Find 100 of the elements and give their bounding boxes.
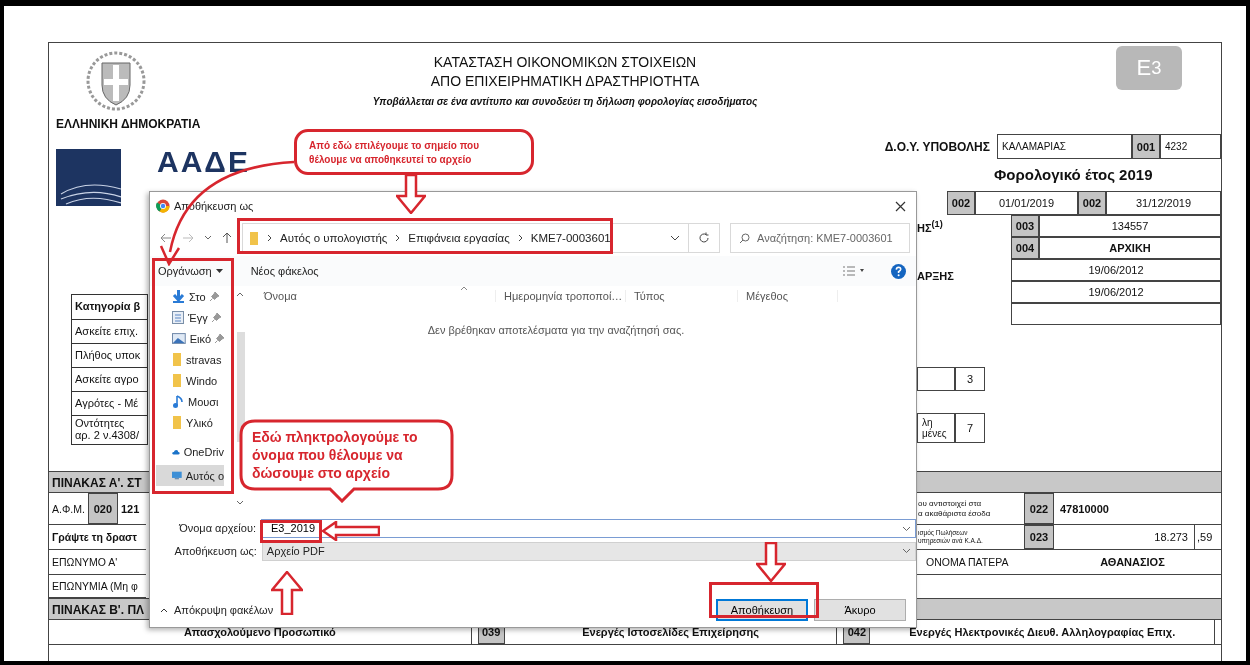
- navigation-item[interactable]: Αυτός ο: [156, 465, 224, 486]
- navigation-item[interactable]: Εικό: [156, 328, 224, 349]
- table-cell: Αγρότες - Μέ: [72, 392, 147, 416]
- back-arrow-icon[interactable]: [160, 233, 172, 243]
- column-header[interactable]: Όνομα: [256, 290, 496, 302]
- field-value: 18.273: [1153, 531, 1189, 543]
- download-arrow-icon: [172, 290, 185, 303]
- field-value: ΑΡΧΙΚΗ: [1039, 237, 1221, 259]
- field-value: 19/06/2012: [1011, 259, 1221, 281]
- row-label: ΟΝΟΜΑ ΠΑΤΕΡΑ: [925, 557, 1010, 567]
- computer-icon: [172, 470, 182, 481]
- empty-message: Δεν βρέθηκαν αποτελέσματα για την αναζήτησή σας.: [426, 324, 686, 336]
- hide-folders-toggle[interactable]: Απόκρυψη φακέλων: [174, 604, 274, 616]
- navigation-item[interactable]: Υλικό: [156, 412, 224, 433]
- breadcrumb-item[interactable]: Επιφάνεια εργασίας: [408, 232, 510, 244]
- scrollbar-thumb[interactable]: [237, 332, 245, 442]
- highlight-frame: [260, 520, 322, 543]
- tax-office-field: ΚΑΛΑΜΑΡΙΑΣ: [997, 134, 1132, 159]
- navigation-item[interactable]: OneDriv: [156, 441, 224, 462]
- form-subtitle: Υποβάλλεται σε ένα αντίτυπο και συνοδεύει τη δήλωση φορολογίας εισοδήματος: [371, 96, 759, 107]
- row-label: Γράψτε τη δραστ: [51, 531, 137, 543]
- table-cell: Ασκείτε επιχ.: [72, 320, 147, 344]
- caret-up-icon[interactable]: [160, 607, 168, 613]
- navigation-item[interactable]: Έγγ: [156, 307, 224, 328]
- field-code: 004: [1011, 237, 1039, 259]
- field-code: 023: [1024, 525, 1054, 549]
- tax-office-number: 4232: [1160, 134, 1221, 159]
- chevron-icon: [395, 234, 401, 242]
- save-type-label: Αποθήκευση ως:: [173, 545, 258, 557]
- folder-icon: [249, 231, 259, 245]
- coat-of-arms-icon: [86, 51, 146, 111]
- column-heading: Ενεργές Ηλεκτρονικές Διευθ. Αλληλογραφίας Επιχ.: [908, 626, 1177, 638]
- navigation-item[interactable]: stravas: [156, 349, 224, 370]
- row-label: ου αντιστοιχεί στα α ακαθάριστα έσοδα: [917, 498, 992, 519]
- new-folder-button[interactable]: Νέος φάκελος: [250, 265, 319, 277]
- chevron-icon: [517, 234, 523, 242]
- field-code: 003: [1011, 215, 1039, 237]
- field-code: 020: [87, 493, 118, 524]
- field-code: 002: [1078, 191, 1106, 215]
- dropdown-caret-icon[interactable]: [670, 235, 680, 241]
- count-value: 7: [955, 413, 985, 443]
- caret-icon[interactable]: [215, 269, 223, 273]
- table-cell: Οντότητες αρ. 2 ν.4308/: [72, 416, 147, 445]
- address-bar[interactable]: Αυτός ο υπολογιστής Επιφάνεια εργασίας ΚΜΕ7-0003601: [242, 223, 720, 253]
- folder-icon: [172, 353, 182, 366]
- navigation-item[interactable]: Στο: [156, 286, 224, 307]
- up-arrow-icon[interactable]: [222, 232, 232, 244]
- pin-icon: [211, 313, 221, 322]
- hollow-arrow: [322, 521, 380, 541]
- search-field[interactable]: Αναζήτηση: ΚΜΕ7-0003601: [730, 223, 910, 253]
- table-cell: Πλήθος υποκ: [72, 344, 147, 368]
- republic-caption: ΕΛΛΗΝΙΚΗ ΔΗΜΟΚΡΑΤΙΑ: [56, 117, 202, 131]
- field-value: ΑΘΑΝΑΣΙΟΣ: [1099, 556, 1166, 568]
- breadcrumb-item[interactable]: ΚΜΕ7-0003601: [530, 232, 611, 244]
- pin-icon: [215, 334, 224, 343]
- save-type-dropdown[interactable]: Αρχείο PDF: [261, 541, 916, 561]
- count-label: λη μένες: [917, 413, 955, 443]
- navigation-item[interactable]: Windo: [156, 370, 224, 391]
- sort-caret-icon: [460, 286, 468, 291]
- row-label: ΕΠΩΝΥΜΟ Α': [51, 556, 118, 568]
- scroll-down-icon[interactable]: [236, 500, 244, 505]
- close-icon[interactable]: [895, 200, 906, 212]
- column-heading: Ενεργές Ιστοσελίδες Επιχείρησης: [581, 626, 760, 638]
- tax-office-label: Δ.Ο.Υ. ΥΠΟΒΟΛΗΣ: [883, 139, 991, 154]
- table-header: Κατηγορία β: [72, 295, 147, 320]
- chevron-icon: [267, 234, 272, 242]
- date-field: 31/12/2019: [1106, 191, 1221, 215]
- cancel-button[interactable]: Άκυρο: [814, 599, 906, 621]
- tax-year: Φορολογικό έτος 2019: [993, 165, 1154, 185]
- scroll-up-icon[interactable]: [236, 292, 244, 297]
- column-header[interactable]: Ημερομηνία τροποποί…: [496, 290, 626, 302]
- form-title: ΑΠΟ ΕΠΙΧΕΙΡΗΜΑΤΙΚΗ ΔΡΑΣΤΗΡΙΟΤΗΤΑ: [429, 72, 701, 91]
- row-label: ΕΠΩΝΥΜΙΑ (Μη φ: [51, 580, 138, 592]
- table-cell: Ασκείτε αγρο: [72, 368, 147, 392]
- folder-icon: [172, 416, 182, 429]
- agency-logo-text: ΑΑΔΕ: [157, 145, 250, 179]
- document-icon: [172, 311, 184, 324]
- field-value: 19/06/2012: [1011, 281, 1221, 303]
- row-label: Α.Φ.Μ.: [51, 502, 85, 515]
- date-field: 01/01/2019: [975, 191, 1078, 215]
- refresh-icon[interactable]: [698, 232, 710, 244]
- view-options-icon[interactable]: [843, 266, 867, 276]
- field-code: 001: [1132, 134, 1160, 159]
- field-label: ΗΣ$^{(1)}$: [917, 219, 944, 234]
- hollow-arrow: [271, 571, 303, 615]
- column-header[interactable]: Μέγεθος: [738, 290, 838, 302]
- breadcrumb-item[interactable]: Αυτός ο υπολογιστής: [280, 232, 388, 244]
- caret-icon[interactable]: [204, 235, 212, 241]
- folder-icon: [172, 374, 182, 387]
- column-header[interactable]: Τύπος: [626, 290, 738, 302]
- file-name-field[interactable]: E3_2019: [261, 518, 916, 538]
- dropdown-caret-icon[interactable]: [902, 525, 911, 532]
- navigation-item[interactable]: Μουσι: [156, 391, 224, 412]
- count-value: 3: [955, 367, 985, 391]
- count-label: [917, 367, 955, 391]
- decimal-value: ,59: [1194, 525, 1221, 549]
- organize-menu[interactable]: Οργάνωση: [158, 265, 212, 277]
- help-icon[interactable]: [891, 263, 906, 279]
- field-value: 134557: [1039, 215, 1221, 237]
- search-icon: [739, 233, 750, 244]
